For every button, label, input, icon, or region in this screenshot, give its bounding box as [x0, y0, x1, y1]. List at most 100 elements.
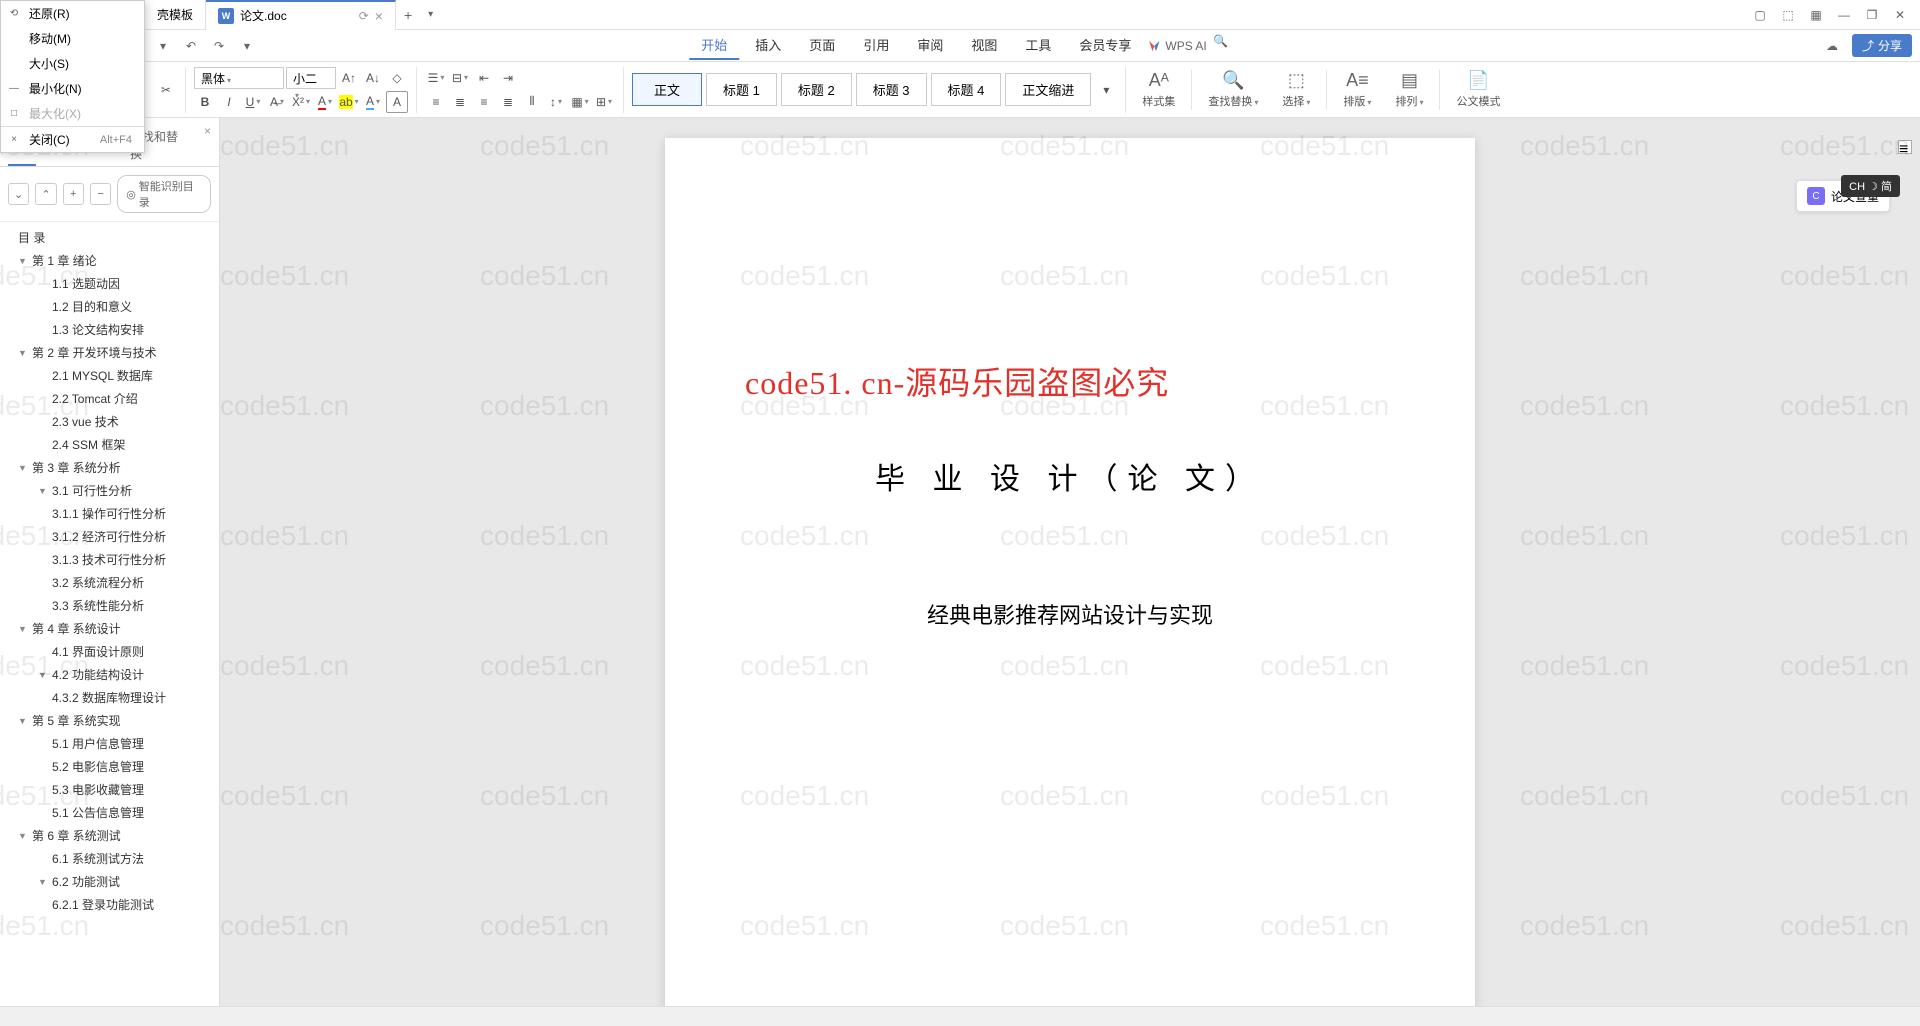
clear-format-button[interactable]: ◇: [386, 67, 408, 89]
app-cube-icon[interactable]: ⬚: [1776, 3, 1800, 27]
superscript-button[interactable]: X²▾: [290, 91, 312, 113]
toc-item[interactable]: 3.1.2 经济可行性分析: [0, 525, 219, 548]
grow-font-button[interactable]: A↑: [338, 67, 360, 89]
ctx-restore[interactable]: ⟲还原(R): [1, 1, 144, 26]
toc-item[interactable]: ▼第 6 章 系统测试: [0, 824, 219, 847]
chevron-down-icon[interactable]: ▼: [38, 877, 50, 887]
toc-item[interactable]: ▼第 3 章 系统分析: [0, 456, 219, 479]
tab-menu-icon[interactable]: ▾: [420, 9, 441, 20]
search-icon[interactable]: 🔍: [1211, 31, 1231, 51]
qat-more-icon[interactable]: ▾: [237, 36, 257, 56]
toc-item[interactable]: 2.3 vue 技术: [0, 410, 219, 433]
style-heading1[interactable]: 标题 1: [706, 73, 777, 106]
toc-root[interactable]: 目 录: [0, 226, 219, 249]
toc-item[interactable]: 2.1 MYSQL 数据库: [0, 364, 219, 387]
gov-mode-button[interactable]: 📄公文模式: [1448, 66, 1508, 113]
select-button[interactable]: ⬚选择▾: [1274, 66, 1318, 113]
toc-item[interactable]: ▼第 1 章 绪论: [0, 249, 219, 272]
shading-button[interactable]: A▾: [362, 91, 384, 113]
ruler-toggle[interactable]: ≡: [1898, 140, 1912, 154]
tab-reference[interactable]: 引用: [851, 31, 901, 60]
new-tab-button[interactable]: +: [396, 7, 420, 23]
tab-close-icon[interactable]: ×: [375, 8, 383, 24]
toc-item[interactable]: 3.1.3 技术可行性分析: [0, 548, 219, 571]
chevron-down-icon[interactable]: ▼: [18, 831, 30, 841]
para-shading-button[interactable]: ▦▾: [569, 91, 591, 113]
tab-document[interactable]: W 论文.doc ⟳ ×: [206, 0, 396, 30]
window-maximize-button[interactable]: ❐: [1860, 3, 1884, 27]
ctx-minimize[interactable]: —最小化(N): [1, 76, 144, 101]
toc-item[interactable]: ▼第 5 章 系统实现: [0, 709, 219, 732]
find-replace-button[interactable]: 🔍查找替换▾: [1200, 66, 1266, 113]
chevron-down-icon[interactable]: ▼: [18, 716, 30, 726]
style-heading4[interactable]: 标题 4: [931, 73, 1002, 106]
cloud-icon[interactable]: ☁: [1822, 36, 1842, 56]
layout-button[interactable]: A≡排版▾: [1335, 66, 1379, 113]
toc-item[interactable]: 4.1 界面设计原则: [0, 640, 219, 663]
font-family-select[interactable]: 黑体▾: [194, 67, 284, 89]
tab-page[interactable]: 页面: [797, 31, 847, 60]
toc-item[interactable]: 6.2.1 登录功能测试: [0, 893, 219, 916]
underline-button[interactable]: U▾: [242, 91, 264, 113]
nav-up-button[interactable]: ⌃: [35, 183, 56, 205]
font-color-button[interactable]: A▾: [314, 91, 336, 113]
window-minimize-button[interactable]: —: [1832, 3, 1856, 27]
font-size-select[interactable]: 小二▾: [286, 67, 336, 89]
cut-button[interactable]: ✂: [155, 79, 177, 101]
toc-item[interactable]: 1.2 目的和意义: [0, 295, 219, 318]
bold-button[interactable]: B: [194, 91, 216, 113]
ctx-size[interactable]: 大小(S): [1, 51, 144, 76]
toc-item[interactable]: 5.3 电影收藏管理: [0, 778, 219, 801]
toc-item[interactable]: 3.1.1 操作可行性分析: [0, 502, 219, 525]
align-left-button[interactable]: ≡: [425, 91, 447, 113]
shrink-font-button[interactable]: A↓: [362, 67, 384, 89]
borders-button[interactable]: ⊞▾: [593, 91, 615, 113]
tab-member[interactable]: 会员专享: [1067, 31, 1143, 60]
toc-item[interactable]: ▼3.1 可行性分析: [0, 479, 219, 502]
wps-ai-button[interactable]: WPS AI: [1147, 31, 1206, 60]
document-area[interactable]: code51. cn-源码乐园盗图必究 毕 业 设 计（论 文） 经典电影推荐网…: [220, 118, 1920, 1006]
nav-remove-button[interactable]: −: [90, 183, 111, 205]
tab-start[interactable]: 开始: [689, 31, 739, 60]
style-heading2[interactable]: 标题 2: [781, 73, 852, 106]
tab-review[interactable]: 审阅: [905, 31, 955, 60]
toc-item[interactable]: 5.2 电影信息管理: [0, 755, 219, 778]
arrange-button[interactable]: ▤排列▾: [1387, 66, 1431, 113]
style-indent[interactable]: 正文缩进: [1005, 73, 1091, 106]
align-justify-button[interactable]: ≣: [497, 91, 519, 113]
toc-item[interactable]: 3.3 系统性能分析: [0, 594, 219, 617]
ctx-close[interactable]: ×关闭(C)Alt+F4: [1, 127, 144, 152]
align-right-button[interactable]: ≡: [473, 91, 495, 113]
redo-button[interactable]: ↷: [209, 36, 229, 56]
tab-refresh-icon[interactable]: ⟳: [359, 9, 369, 23]
distribute-button[interactable]: ⫴: [521, 91, 543, 113]
decrease-indent-button[interactable]: ⇤: [473, 67, 495, 89]
nav-collapse-button[interactable]: ⌄: [8, 183, 29, 205]
tab-insert[interactable]: 插入: [743, 31, 793, 60]
toc-item[interactable]: 3.2 系统流程分析: [0, 571, 219, 594]
chevron-down-icon[interactable]: ▼: [18, 348, 30, 358]
toc-item[interactable]: 1.3 论文结构安排: [0, 318, 219, 341]
app-grid-icon[interactable]: ▦: [1804, 3, 1828, 27]
toc-item[interactable]: 6.1 系统测试方法: [0, 847, 219, 870]
toc-item[interactable]: 4.3.2 数据库物理设计: [0, 686, 219, 709]
toc-item[interactable]: 2.4 SSM 框架: [0, 433, 219, 456]
toc-item[interactable]: ▼第 4 章 系统设计: [0, 617, 219, 640]
style-normal[interactable]: 正文: [632, 73, 702, 106]
strikethrough-button[interactable]: A̶▾: [266, 91, 288, 113]
toc-item[interactable]: ▼6.2 功能测试: [0, 870, 219, 893]
chevron-down-icon[interactable]: ▼: [18, 463, 30, 473]
app-box-icon[interactable]: ▢: [1748, 3, 1772, 27]
tab-template[interactable]: 壳模板: [145, 0, 206, 30]
nav-add-button[interactable]: +: [63, 183, 84, 205]
chevron-down-icon[interactable]: ▼: [38, 670, 50, 680]
number-list-button[interactable]: ⊟▾: [449, 67, 471, 89]
chevron-down-icon[interactable]: ▼: [18, 256, 30, 266]
style-heading3[interactable]: 标题 3: [856, 73, 927, 106]
toc-item[interactable]: 2.2 Tomcat 介绍: [0, 387, 219, 410]
align-center-button[interactable]: ≣: [449, 91, 471, 113]
tab-tools[interactable]: 工具: [1013, 31, 1063, 60]
ctx-move[interactable]: 移动(M): [1, 26, 144, 51]
toc-item[interactable]: 1.1 选题动因: [0, 272, 219, 295]
styles-more-icon[interactable]: ▾: [1095, 79, 1117, 101]
